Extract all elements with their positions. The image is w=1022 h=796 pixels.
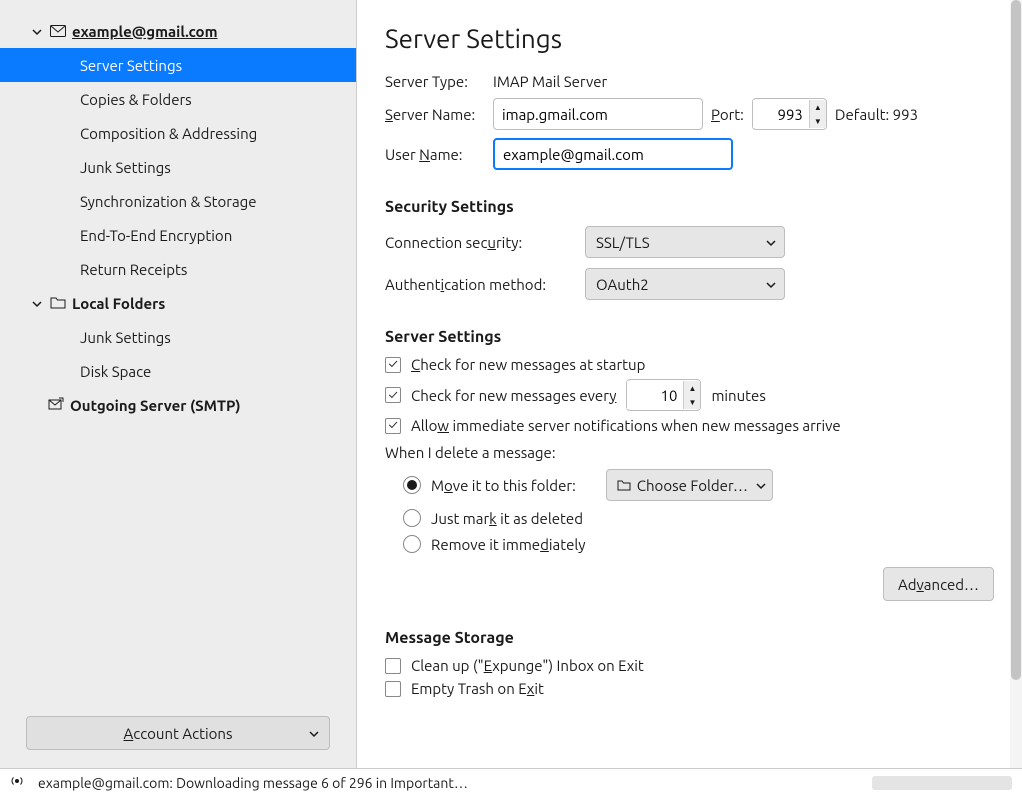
account-node[interactable]: example@gmail.com: [0, 14, 356, 48]
outgoing-icon: [48, 397, 64, 414]
sidebar-item-local-junk[interactable]: Junk Settings: [0, 320, 356, 354]
spin-up-icon[interactable]: ▲: [684, 381, 700, 395]
default-port-label: Default: 993: [835, 106, 918, 123]
chevron-down-icon: [756, 477, 766, 494]
server-settings-heading: Server Settings: [385, 328, 994, 346]
radio-mark-label: Just mark it as deleted: [431, 510, 583, 527]
delete-message-label: When I delete a message:: [385, 444, 994, 461]
radio-remove-immediately[interactable]: [403, 535, 421, 553]
cleanup-label: Clean up ("Expunge") Inbox on Exit: [411, 657, 644, 674]
outgoing-server-node[interactable]: Outgoing Server (SMTP): [0, 388, 356, 422]
sidebar-item-e2e[interactable]: End-To-End Encryption: [0, 218, 356, 252]
server-type-label: Server Type:: [385, 73, 485, 90]
choose-folder-button[interactable]: Choose Folder…: [606, 469, 773, 501]
sidebar-item-junk[interactable]: Junk Settings: [0, 150, 356, 184]
spin-down-icon[interactable]: ▼: [810, 114, 826, 128]
chevron-down-icon: [32, 23, 44, 40]
cleanup-checkbox[interactable]: [385, 658, 401, 674]
message-storage-heading: Message Storage: [385, 629, 994, 647]
mail-icon: [50, 23, 66, 40]
chevron-down-icon: [32, 295, 44, 312]
radio-mark-deleted[interactable]: [403, 509, 421, 527]
scrollbar-thumb[interactable]: [1011, 0, 1021, 680]
check-every-checkbox[interactable]: [385, 387, 401, 403]
check-startup-checkbox[interactable]: [385, 357, 401, 373]
user-name-input[interactable]: [493, 138, 733, 170]
local-folders-node[interactable]: Local Folders: [0, 286, 356, 320]
sidebar-item-server-settings[interactable]: Server Settings: [0, 48, 356, 82]
minutes-label: minutes: [711, 387, 765, 404]
sidebar-item-copies-folders[interactable]: Copies & Folders: [0, 82, 356, 116]
status-text: example@gmail.com: Downloading message 6…: [38, 775, 468, 791]
status-bar: example@gmail.com: Downloading message 6…: [0, 768, 1022, 796]
port-label: Port:: [711, 106, 744, 123]
empty-trash-checkbox[interactable]: [385, 681, 401, 697]
server-type-value: IMAP Mail Server: [493, 73, 607, 90]
sidebar-item-disk-space[interactable]: Disk Space: [0, 354, 356, 388]
spin-up-icon[interactable]: ▲: [810, 100, 826, 114]
check-every-label: Check for new messages every: [411, 387, 616, 404]
connection-security-label: Connection security:: [385, 234, 561, 251]
page-title: Server Settings: [385, 24, 994, 53]
check-startup-label: Check for new messages at startup: [411, 356, 645, 373]
radio-move-folder[interactable]: [403, 476, 421, 494]
sidebar: example@gmail.com Server Settings Copies…: [0, 0, 357, 768]
scrollbar[interactable]: [1010, 0, 1022, 768]
content-pane: Server Settings Server Type: IMAP Mail S…: [357, 0, 1022, 768]
port-spinner[interactable]: ▲▼: [752, 98, 827, 130]
sidebar-item-sync-storage[interactable]: Synchronization & Storage: [0, 184, 356, 218]
auth-method-label: Authentication method:: [385, 276, 561, 293]
radio-move-label: Move it to this folder:: [431, 477, 576, 494]
check-every-input[interactable]: [627, 381, 683, 409]
account-tree: example@gmail.com Server Settings Copies…: [0, 0, 356, 708]
chevron-down-icon: [766, 234, 776, 251]
connection-security-select[interactable]: SSL/TLS: [585, 226, 785, 258]
account-email: example@gmail.com: [72, 23, 218, 40]
auth-method-select[interactable]: OAuth2: [585, 268, 785, 300]
folder-icon: [617, 477, 631, 494]
empty-trash-label: Empty Trash on Exit: [411, 680, 544, 697]
allow-notifications-checkbox[interactable]: [385, 418, 401, 434]
advanced-button[interactable]: Advanced…: [883, 567, 994, 601]
account-actions-button[interactable]: AAccount Actionsccount Actions: [26, 716, 330, 750]
security-heading: Security Settings: [385, 198, 994, 216]
spin-down-icon[interactable]: ▼: [684, 395, 700, 409]
chevron-down-icon: [766, 276, 776, 293]
check-every-spinner[interactable]: ▲▼: [626, 379, 701, 411]
progress-bar: [872, 776, 1012, 790]
server-name-input[interactable]: [493, 98, 703, 130]
allow-notifications-label: Allow immediate server notifications whe…: [411, 417, 841, 434]
sidebar-item-return-receipts[interactable]: Return Receipts: [0, 252, 356, 286]
sidebar-item-composition[interactable]: Composition & Addressing: [0, 116, 356, 150]
activity-icon: [10, 774, 24, 791]
folder-icon: [50, 295, 66, 312]
port-input[interactable]: [753, 100, 809, 128]
radio-remove-label: Remove it immediately: [431, 536, 586, 553]
server-name-label: Server Name:: [385, 106, 485, 123]
chevron-down-icon: [309, 725, 319, 742]
user-name-label: User Name:: [385, 146, 485, 163]
